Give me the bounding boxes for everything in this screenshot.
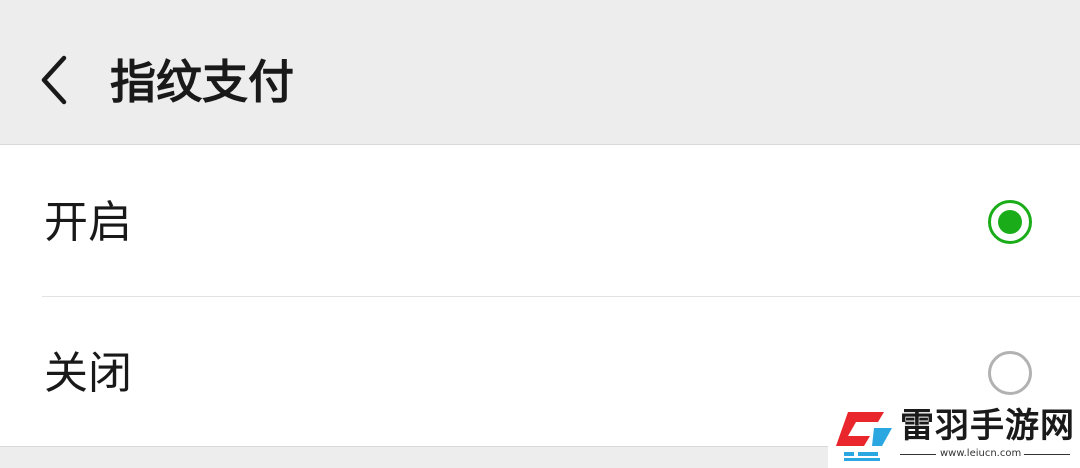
watermark-line-right bbox=[1024, 454, 1070, 455]
watermark-url: www.leiucn.com bbox=[940, 448, 1022, 459]
option-enable-label: 开启 bbox=[44, 197, 132, 248]
nav-bar: 指纹支付 bbox=[0, 0, 1080, 145]
fingerprint-pay-screen: 指纹支付 开启 关闭 雷羽手游网 www.leiucn.com bbox=[0, 0, 1080, 468]
radio-dot bbox=[998, 210, 1022, 234]
leiyu-logo-icon bbox=[836, 412, 892, 461]
radio-disable-unchecked[interactable] bbox=[988, 351, 1032, 395]
radio-enable-checked[interactable] bbox=[988, 200, 1032, 244]
page-title: 指纹支付 bbox=[110, 55, 294, 109]
watermark-name: 雷羽手游网 bbox=[900, 406, 1075, 446]
watermark: 雷羽手游网 www.leiucn.com bbox=[828, 400, 1080, 468]
back-button[interactable] bbox=[28, 48, 80, 112]
chevron-left-icon bbox=[41, 55, 67, 105]
option-enable[interactable]: 开启 bbox=[0, 146, 1080, 297]
watermark-line-left bbox=[900, 454, 936, 455]
option-disable-label: 关闭 bbox=[44, 348, 132, 399]
